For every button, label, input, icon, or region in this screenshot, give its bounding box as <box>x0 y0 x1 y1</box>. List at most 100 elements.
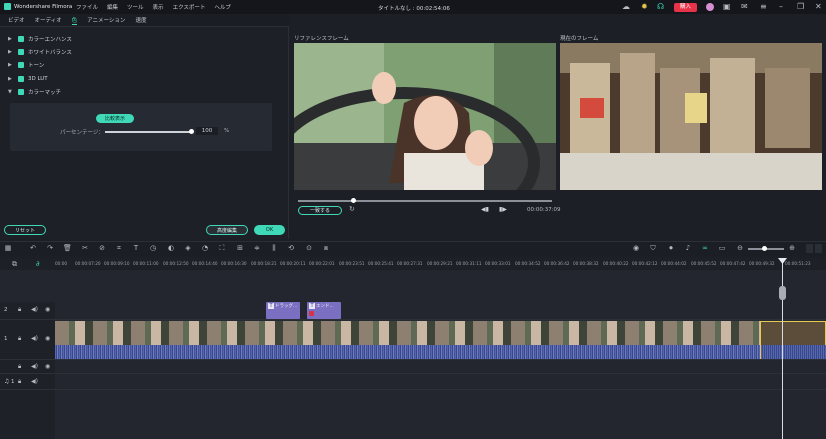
compare-button[interactable]: 比較表示 <box>96 114 134 123</box>
text-icon[interactable]: T <box>132 244 140 252</box>
lock-icon[interactable]: 🔒︎ <box>18 378 21 386</box>
menu-view[interactable]: 表示 <box>153 3 164 11</box>
link-icon[interactable]: ∞ <box>701 244 709 252</box>
fit-icon[interactable]: ⛶ <box>218 244 226 252</box>
motion-icon[interactable]: ⊙ <box>305 244 313 252</box>
restore-icon[interactable]: ❐ <box>797 2 804 11</box>
track-label: 1 <box>11 379 15 385</box>
checkbox[interactable] <box>18 89 24 95</box>
tab-audio[interactable]: オーディオ <box>35 16 62 24</box>
lock-icon[interactable]: 🔒︎ <box>18 306 21 314</box>
color-icon[interactable]: ◐ <box>167 244 175 252</box>
percentage-slider[interactable] <box>105 131 191 133</box>
caption-icon[interactable]: ▭ <box>718 244 726 252</box>
chevron-right-icon[interactable]: ▶ <box>8 62 14 68</box>
speed-icon[interactable]: ◷ <box>149 244 157 252</box>
ok-button[interactable]: OK <box>254 225 285 235</box>
render-icon[interactable]: ◉ <box>632 244 640 252</box>
crop-icon[interactable]: ⌗ <box>115 244 123 252</box>
layout-icon-2[interactable] <box>815 244 822 253</box>
scrub-handle[interactable] <box>351 198 356 203</box>
mail-icon[interactable]: ✉ <box>741 2 748 11</box>
mic-icon[interactable]: ⏺ <box>667 244 675 252</box>
avatar[interactable] <box>706 3 714 11</box>
grid-icon[interactable]: ▦ <box>4 244 12 252</box>
section-tone[interactable]: ▶ トーン <box>8 59 44 71</box>
lock-icon[interactable]: 🔒︎ <box>18 363 21 371</box>
match-button[interactable]: 一致する <box>298 206 342 215</box>
checkbox[interactable] <box>18 49 24 55</box>
menu-help[interactable]: ヘルプ <box>214 3 231 11</box>
add-track-icon[interactable]: ⧉ <box>12 260 17 269</box>
chevron-down-icon[interactable]: ▼ <box>8 89 14 95</box>
speaker-icon[interactable]: ◀) <box>31 378 38 385</box>
checkbox[interactable] <box>18 76 24 82</box>
split-icon[interactable]: ⊞ <box>236 244 244 252</box>
chevron-right-icon[interactable]: ▶ <box>8 36 14 42</box>
keyframe-icon[interactable]: ⧈ <box>322 244 330 252</box>
close-icon[interactable]: ✕ <box>815 2 822 11</box>
playhead-handle[interactable] <box>779 286 786 300</box>
tab-color[interactable]: 色 <box>71 16 78 25</box>
menu-edit[interactable]: 編集 <box>107 3 118 11</box>
shield-icon[interactable]: ⛉ <box>649 244 657 252</box>
tag-icon[interactable]: ⊘ <box>98 244 106 252</box>
menu-export[interactable]: エクスポート <box>173 3 206 11</box>
lock-icon[interactable]: 🔒︎ <box>18 335 21 343</box>
cloud-icon[interactable]: ☁ <box>622 2 630 11</box>
section-3d-lut[interactable]: ▶ 3D LUT <box>8 73 48 85</box>
timeline-ruler[interactable]: 00:00 00:00:07:20 00:00:09:10 00:00:11:0… <box>55 258 826 269</box>
title-clip[interactable]: T エンド... <box>307 302 341 319</box>
speaker-icon[interactable]: ◀) <box>31 335 38 342</box>
tab-speed[interactable]: 速度 <box>135 16 146 24</box>
redo-icon[interactable]: ↷ <box>46 244 54 252</box>
chevron-right-icon[interactable]: ▶ <box>8 49 14 55</box>
timer-icon[interactable]: ◔ <box>201 244 209 252</box>
zoom-out-icon[interactable]: ⊖ <box>736 244 744 252</box>
step-forward-icon[interactable]: ▮▶ <box>499 206 507 213</box>
save-icon[interactable]: ▣ <box>723 2 731 11</box>
video-clip-strip[interactable] <box>55 321 760 345</box>
title-clip[interactable]: T ドラッグ... <box>266 302 300 319</box>
refresh-icon[interactable]: ↻ <box>349 205 355 213</box>
selected-clip[interactable] <box>760 321 826 359</box>
minimize-icon[interactable]: – <box>779 2 783 11</box>
eye-icon[interactable]: ◉ <box>45 306 50 313</box>
scrub-bar[interactable] <box>298 200 552 202</box>
chevron-right-icon[interactable]: ▶ <box>8 76 14 82</box>
menu-icon[interactable]: ≡ <box>760 2 767 11</box>
eye-icon[interactable]: ◉ <box>45 335 50 342</box>
percentage-input[interactable]: 100 <box>196 127 218 135</box>
layout-icon[interactable] <box>806 244 813 253</box>
section-white-balance[interactable]: ▶ ホワイトバランス <box>8 46 72 58</box>
tab-video[interactable]: ビデオ <box>8 16 25 24</box>
green-screen-icon[interactable]: ◈ <box>184 244 192 252</box>
adjust-icon[interactable]: ≑ <box>253 244 261 252</box>
menu-file[interactable]: ファイル <box>76 3 98 11</box>
step-back-icon[interactable]: ◀▮ <box>481 206 489 213</box>
zoom-handle[interactable] <box>762 246 767 251</box>
speaker-icon[interactable]: ◀) <box>31 363 38 370</box>
slider-handle[interactable] <box>189 129 194 134</box>
undo-icon[interactable]: ↶ <box>29 244 37 252</box>
magnet-icon[interactable]: ∂ <box>36 260 40 268</box>
advanced-edit-button[interactable]: 高度編集 <box>206 225 248 235</box>
headset-icon[interactable]: ☊ <box>657 2 664 11</box>
buy-button[interactable]: 購入 <box>674 3 697 12</box>
menu-tools[interactable]: ツール <box>127 3 144 11</box>
lightbulb-icon[interactable]: ✹ <box>641 2 648 11</box>
reset-button[interactable]: リセット <box>4 225 46 235</box>
voiceover-icon[interactable]: ♪ <box>684 244 692 252</box>
zoom-in-icon[interactable]: ⊕ <box>788 244 796 252</box>
section-color-match[interactable]: ▼ カラーマッチ <box>8 86 61 98</box>
sync-icon[interactable]: ⟲ <box>287 244 295 252</box>
audio-icon[interactable]: ⫼ <box>270 244 278 252</box>
eye-icon[interactable]: ◉ <box>45 363 50 370</box>
section-color-enhance[interactable]: ▶ カラーエンハンス <box>8 33 72 45</box>
delete-icon[interactable]: 🗑 <box>63 244 72 252</box>
speaker-icon[interactable]: ◀) <box>31 306 38 313</box>
checkbox[interactable] <box>18 62 24 68</box>
checkbox[interactable] <box>18 36 24 42</box>
cut-icon[interactable]: ✂ <box>81 244 89 252</box>
tab-animation[interactable]: アニメーション <box>87 16 125 24</box>
